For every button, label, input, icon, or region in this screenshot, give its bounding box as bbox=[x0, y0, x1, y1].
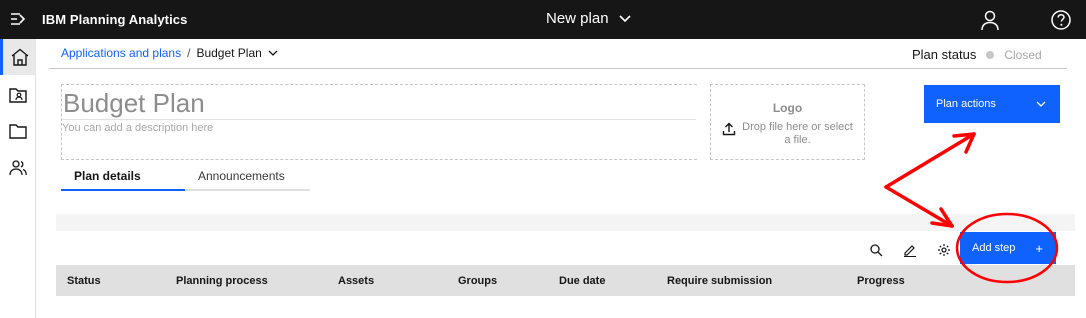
column-header-groups[interactable]: Groups bbox=[458, 275, 497, 287]
plan-status: Plan status Closed bbox=[912, 47, 1042, 62]
steps-table-header: Status Planning process Assets Groups Du… bbox=[56, 265, 1075, 296]
column-header-status[interactable]: Status bbox=[67, 275, 101, 287]
plan-switcher-label: New plan bbox=[546, 10, 609, 27]
logo-drop-text: Drop file here or select a file. bbox=[742, 121, 853, 147]
column-header-planning-process[interactable]: Planning process bbox=[176, 275, 268, 287]
plan-actions-button[interactable]: Plan actions bbox=[924, 85, 1060, 123]
add-step-label: Add step bbox=[972, 242, 1016, 254]
column-header-require-submission[interactable]: Require submission bbox=[667, 275, 772, 287]
user-icon[interactable] bbox=[979, 9, 1001, 31]
add-icon: + bbox=[1035, 240, 1043, 256]
plan-actions-label: Plan actions bbox=[936, 98, 996, 110]
logo-title: Logo bbox=[772, 101, 803, 115]
chevron-down-icon bbox=[618, 14, 631, 22]
folder-icon bbox=[9, 124, 27, 139]
status-dot bbox=[986, 50, 995, 59]
plan-switcher[interactable]: New plan bbox=[546, 10, 631, 27]
breadcrumb-link-applications[interactable]: Applications and plans bbox=[61, 46, 181, 60]
add-step-button[interactable]: Add step + bbox=[960, 232, 1056, 264]
column-header-assets[interactable]: Assets bbox=[338, 275, 374, 287]
contact-folder-icon bbox=[9, 88, 27, 103]
chevron-down-icon bbox=[1036, 101, 1046, 107]
tab-plan-details[interactable]: Plan details bbox=[61, 163, 185, 191]
search-icon[interactable] bbox=[869, 243, 883, 257]
home-icon bbox=[11, 48, 28, 66]
logo-dropzone[interactable]: Logo Drop file here or select a file. bbox=[710, 84, 865, 160]
side-nav bbox=[0, 39, 36, 318]
logo-drop-area: Drop file here or select a file. bbox=[711, 121, 864, 147]
column-header-progress[interactable]: Progress bbox=[857, 275, 905, 287]
title-underline bbox=[62, 119, 696, 120]
nav-folders[interactable] bbox=[0, 113, 36, 149]
breadcrumb-current-label: Budget Plan bbox=[196, 46, 262, 60]
annotation-arrowhead-plan-actions bbox=[952, 132, 976, 154]
breadcrumb-current[interactable]: Budget Plan bbox=[196, 46, 278, 60]
settings-icon[interactable] bbox=[937, 243, 951, 257]
tab-announcements[interactable]: Announcements bbox=[185, 163, 310, 191]
plan-title[interactable]: Budget Plan bbox=[63, 88, 205, 119]
nav-contacts[interactable] bbox=[0, 77, 36, 113]
group-icon bbox=[9, 160, 27, 176]
chevron-down-icon bbox=[268, 50, 278, 56]
plan-status-label: Plan status bbox=[912, 47, 977, 62]
edit-icon[interactable] bbox=[903, 243, 917, 257]
logo-drop-text-line1: Drop file here or select bbox=[742, 121, 853, 133]
description-field[interactable]: You can add a description here bbox=[62, 122, 213, 134]
menu-icon[interactable] bbox=[8, 9, 28, 29]
breadcrumb: Applications and plans / Budget Plan bbox=[61, 46, 278, 60]
help-icon[interactable] bbox=[1050, 9, 1072, 31]
column-header-due-date[interactable]: Due date bbox=[559, 275, 605, 287]
annotation-arrow-to-plan-actions bbox=[884, 132, 976, 189]
tab-list: Plan details Announcements bbox=[61, 163, 310, 191]
top-bar: IBM Planning Analytics New plan bbox=[0, 0, 1086, 39]
logo-drop-text-line2: a file. bbox=[784, 134, 811, 146]
app-brand[interactable]: IBM Planning Analytics bbox=[42, 12, 187, 27]
plan-status-value: Closed bbox=[1004, 47, 1042, 62]
nav-groups[interactable] bbox=[0, 150, 36, 186]
header-divider bbox=[49, 68, 1067, 69]
plan-header-box: Budget Plan You can add a description he… bbox=[61, 84, 697, 160]
toolbar-band bbox=[56, 214, 1075, 231]
nav-home[interactable] bbox=[0, 39, 36, 75]
breadcrumb-separator: / bbox=[187, 46, 191, 60]
upload-icon bbox=[722, 122, 736, 136]
